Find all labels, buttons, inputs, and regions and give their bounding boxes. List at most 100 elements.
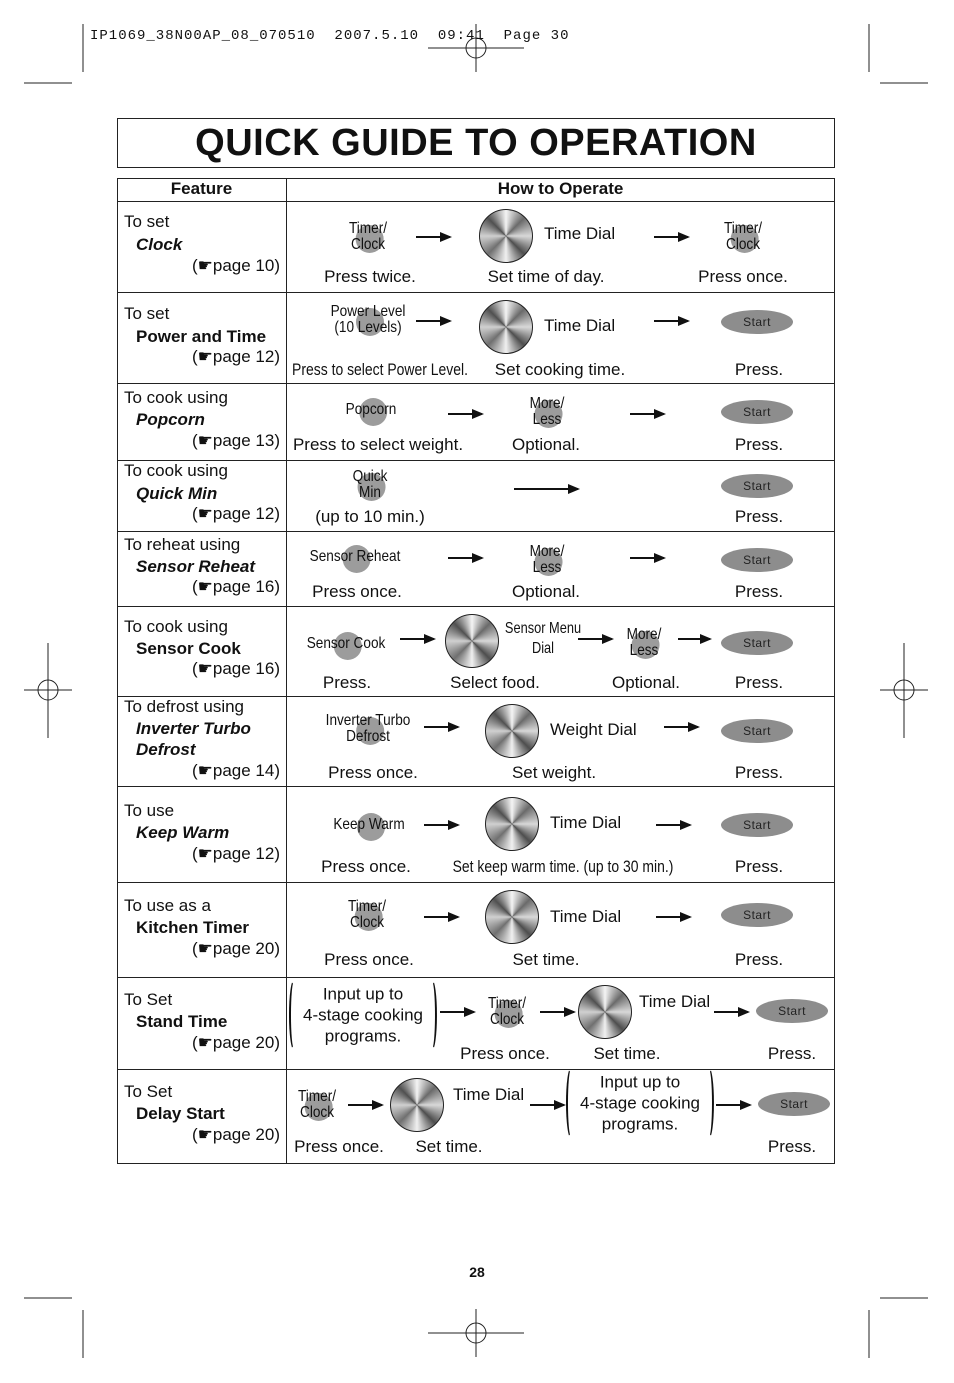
page-number: 28 xyxy=(469,1264,485,1280)
dial-knob-icon[interactable] xyxy=(445,614,499,668)
arrow-right-icon xyxy=(348,1100,384,1110)
control-button[interactable]: Timer/ Clock xyxy=(295,1089,340,1121)
feature-name: Stand Time xyxy=(136,1012,228,1031)
feature-name: Power and Time xyxy=(136,327,267,346)
control-button[interactable]: Sensor Reheat xyxy=(302,545,409,573)
feature-name: Delay Start xyxy=(136,1104,225,1123)
step-caption: Set weight. xyxy=(511,763,597,782)
dial-knob-icon[interactable] xyxy=(578,985,632,1039)
arrow-right-icon xyxy=(656,912,692,922)
start-button[interactable]: Start xyxy=(721,631,793,655)
dial-knob-icon[interactable] xyxy=(479,300,533,354)
step-caption: Press once. xyxy=(321,857,411,876)
start-button[interactable]: Start xyxy=(721,474,793,498)
step-caption: Press. xyxy=(734,950,784,969)
page-reference-link[interactable]: (☛page 20) xyxy=(192,1125,280,1145)
step-caption: Select food. xyxy=(450,673,540,692)
page-reference-link[interactable]: (☛page 10) xyxy=(192,256,280,276)
dial-label: Time Dial xyxy=(544,316,616,335)
control-button[interactable]: Inverter Turbo Defrost xyxy=(318,713,418,745)
dial-label: Time Dial xyxy=(453,1085,525,1104)
feature-name: Inverter Turbo Defrost xyxy=(136,719,251,759)
feature-prefix: To use xyxy=(124,801,175,820)
arrow-right-icon xyxy=(416,232,452,242)
arrow-right-icon xyxy=(716,1100,752,1110)
print-slug: IP1069_38N00AP_08_070510 2007.5.10 09:41… xyxy=(90,28,570,44)
row-divider xyxy=(117,292,835,293)
row-divider xyxy=(117,977,835,978)
step-caption: Press. xyxy=(734,763,784,782)
dial-knob-icon[interactable] xyxy=(390,1078,444,1132)
dial-knob-icon[interactable] xyxy=(485,890,539,944)
page-reference-link[interactable]: (☛page 16) xyxy=(192,577,280,597)
step-caption: Press. xyxy=(767,1137,817,1156)
start-button[interactable]: Start xyxy=(721,813,793,837)
control-button[interactable]: More/ Less xyxy=(624,627,665,659)
page-reference-link[interactable]: (☛page 12) xyxy=(192,504,280,524)
page-reference-link[interactable]: (☛page 12) xyxy=(192,347,280,367)
multi-stage-note: Input up to 4-stage cooking programs. xyxy=(288,979,438,1051)
button-label: More/ Less xyxy=(626,626,662,659)
row-divider xyxy=(117,606,835,607)
page-reference-link[interactable]: (☛page 20) xyxy=(192,939,280,959)
control-button[interactable]: Timer/ Clock xyxy=(721,221,766,253)
arrow-right-icon xyxy=(530,1100,566,1110)
header-how-to-operate: How to Operate xyxy=(497,179,624,198)
page-reference-link[interactable]: (☛page 20) xyxy=(192,1033,280,1053)
control-button[interactable]: Timer/ Clock xyxy=(346,221,391,253)
page-reference-link[interactable]: (☛page 12) xyxy=(192,844,280,864)
arrow-right-icon xyxy=(664,722,700,732)
button-label: Keep Warm xyxy=(333,816,405,833)
control-button[interactable]: More/ Less xyxy=(527,544,568,576)
dial-knob-icon[interactable] xyxy=(485,797,539,851)
multi-stage-note: Input up to 4-stage cooking programs. xyxy=(565,1067,715,1139)
page-reference-link[interactable]: (☛page 13) xyxy=(192,431,280,451)
start-button[interactable]: Start xyxy=(721,903,793,927)
start-button[interactable]: Start xyxy=(758,1092,830,1116)
control-button[interactable]: More/ Less xyxy=(527,396,568,428)
arrow-right-icon xyxy=(654,232,690,242)
step-caption: Press twice. xyxy=(324,267,416,286)
arrow-right-icon xyxy=(416,316,452,326)
dial-label: Time Dial xyxy=(639,992,711,1011)
arrow-right-icon xyxy=(578,634,614,644)
feature-name: Sensor Reheat xyxy=(136,557,256,576)
control-button[interactable]: Keep Warm xyxy=(327,813,411,841)
arrow-right-icon xyxy=(448,409,484,419)
dial-knob-icon[interactable] xyxy=(485,704,539,758)
arrow-right-icon xyxy=(440,1007,476,1017)
start-button[interactable]: Start xyxy=(721,310,793,334)
page-reference-link[interactable]: (☛page 14) xyxy=(192,761,280,781)
page-reference-link[interactable]: (☛page 16) xyxy=(192,659,280,679)
arrow-right-icon xyxy=(448,553,484,563)
dial-label: Time Dial xyxy=(550,907,622,926)
start-button[interactable]: Start xyxy=(721,719,793,743)
control-button[interactable]: Quick Min xyxy=(350,469,391,501)
header-divider xyxy=(117,201,835,202)
step-caption: Press. xyxy=(734,582,784,601)
step-caption: Optional. xyxy=(511,435,581,454)
step-caption: Set time of day. xyxy=(487,267,605,286)
control-button[interactable]: Sensor Cook xyxy=(300,632,393,660)
start-button[interactable]: Start xyxy=(721,548,793,572)
control-button[interactable]: Popcorn xyxy=(341,398,401,426)
control-button[interactable]: Timer/ Clock xyxy=(485,996,530,1028)
dial-knob-icon[interactable] xyxy=(479,209,533,263)
control-button[interactable]: Timer/ Clock xyxy=(345,899,390,931)
step-caption: Press. xyxy=(734,857,784,876)
control-button[interactable]: Power Level (10 Levels) xyxy=(324,304,412,336)
step-caption: Press once. xyxy=(294,1137,384,1156)
start-button[interactable]: Start xyxy=(756,999,828,1023)
step-caption: Press once. xyxy=(328,763,418,782)
arrow-right-icon xyxy=(656,820,692,830)
start-button[interactable]: Start xyxy=(721,400,793,424)
step-caption: Press once. xyxy=(698,267,788,286)
feature-name: Popcorn xyxy=(136,410,205,429)
arrow-right-icon xyxy=(424,722,460,732)
step-caption: Set time. xyxy=(512,950,580,969)
feature-name: Clock xyxy=(136,235,183,254)
step-caption: Press. xyxy=(734,435,784,454)
button-label: More/ Less xyxy=(529,395,565,428)
feature-prefix: To use as a xyxy=(124,896,211,915)
feature-prefix: To cook using xyxy=(124,461,228,480)
